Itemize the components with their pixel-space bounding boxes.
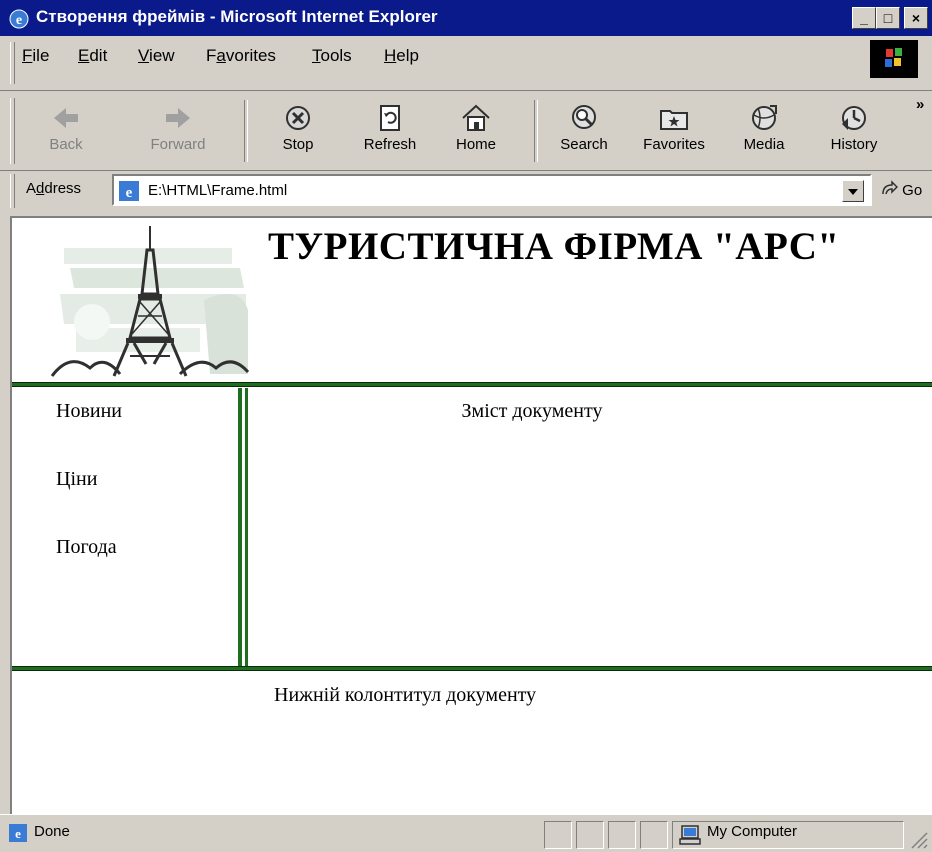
minimize-icon: _	[860, 10, 868, 26]
window-title: Створення фреймів - Microsoft Internet E…	[36, 7, 438, 26]
frame-border-top[interactable]	[12, 382, 932, 387]
history-button[interactable]: History	[814, 96, 894, 153]
toolbar-separator	[244, 100, 248, 162]
go-arrow-icon	[882, 180, 899, 195]
eiffel-tower-logo	[50, 226, 250, 377]
menu-view[interactable]: View	[138, 46, 175, 66]
toolbar-grip[interactable]	[10, 98, 15, 164]
address-bar: Address e E:\HTML\Frame.html Go	[0, 170, 932, 216]
media-button[interactable]: Media	[724, 96, 804, 153]
close-button[interactable]: ×	[904, 7, 928, 29]
toolbar-more-chevron-icon[interactable]: »	[916, 96, 924, 113]
footer-frame: Нижній колонтитул документу	[12, 672, 932, 812]
go-button[interactable]: Go	[880, 180, 922, 199]
home-button[interactable]: Home	[436, 96, 516, 153]
favorites-button[interactable]: Favorites	[634, 96, 714, 153]
menu-tools[interactable]: Tools	[312, 46, 352, 66]
computer-icon	[679, 825, 701, 845]
maximize-icon: □	[883, 10, 893, 26]
nav-link-weather[interactable]: Погода	[56, 536, 117, 559]
footer-text: Нижній колонтитул документу	[274, 684, 537, 706]
main-frame: Зміст документу	[248, 388, 932, 666]
menu-bar: File Edit View Favorites Tools Help	[0, 36, 932, 91]
page-icon: e	[119, 181, 139, 201]
status-pane	[544, 821, 572, 849]
menu-file[interactable]: File	[22, 46, 49, 66]
status-bar: e Done My Computer	[0, 814, 932, 852]
minimize-button[interactable]: _	[852, 7, 876, 29]
ie-logo-icon: e	[9, 9, 29, 29]
status-text: Done	[34, 823, 70, 840]
menu-help[interactable]: Help	[384, 46, 419, 66]
refresh-button[interactable]: Refresh	[350, 96, 430, 153]
windows-logo-icon	[870, 40, 918, 78]
header-frame: ТУРИСТИЧНА ФІРМА "АРС"	[12, 218, 932, 382]
refresh-icon	[380, 105, 400, 131]
svg-text:e: e	[126, 185, 133, 201]
menu-grip[interactable]	[10, 42, 15, 84]
status-pane	[640, 821, 668, 849]
address-input[interactable]: e E:\HTML\Frame.html	[112, 174, 872, 206]
window-title-bar[interactable]: e Створення фреймів - Microsoft Internet…	[0, 0, 932, 36]
home-icon	[462, 104, 490, 131]
maximize-button[interactable]: □	[876, 7, 900, 29]
menu-favorites[interactable]: Favorites	[206, 46, 276, 66]
toolbar-separator	[534, 100, 538, 162]
navigation-frame: Новини Ціни Погода	[12, 388, 238, 666]
back-arrow-icon	[54, 108, 78, 128]
media-globe-icon	[752, 105, 777, 130]
address-grip[interactable]	[10, 174, 15, 208]
back-button[interactable]: Back	[26, 96, 106, 153]
address-dropdown-button[interactable]	[842, 180, 864, 202]
resize-grip-icon[interactable]	[908, 829, 928, 849]
address-label: Address	[26, 180, 82, 197]
forward-button[interactable]: Forward	[138, 96, 218, 153]
stop-button[interactable]: Stop	[258, 96, 338, 153]
menu-edit[interactable]: Edit	[78, 46, 107, 66]
zone-text: My Computer	[707, 823, 798, 840]
status-pane	[608, 821, 636, 849]
zone-pane: My Computer	[672, 821, 904, 849]
frame-border-bottom[interactable]	[12, 666, 932, 671]
browser-content: ТУРИСТИЧНА ФІРМА "АРС" Новини Ціни Погод…	[10, 216, 932, 814]
stop-icon	[286, 106, 310, 130]
forward-arrow-icon	[166, 108, 190, 128]
svg-text:e: e	[16, 13, 22, 28]
address-value: E:\HTML\Frame.html	[148, 182, 288, 199]
nav-link-prices[interactable]: Ціни	[56, 468, 97, 491]
page-title: ТУРИСТИЧНА ФІРМА "АРС"	[268, 225, 840, 268]
nav-link-news[interactable]: Новини	[56, 400, 122, 423]
chevron-down-icon	[848, 189, 858, 195]
svg-text:e: e	[15, 826, 21, 841]
history-clock-icon	[842, 106, 866, 130]
frame-border-vertical[interactable]	[238, 388, 248, 666]
main-content-text: Зміст документу	[461, 400, 603, 422]
done-page-icon: e	[9, 824, 27, 842]
status-pane	[576, 821, 604, 849]
search-button[interactable]: Search	[544, 96, 624, 153]
close-icon: ×	[911, 10, 921, 26]
favorites-folder-icon	[660, 110, 688, 130]
standard-toolbar: Back Forward Stop Refresh Home Search Fa…	[0, 90, 932, 171]
search-icon	[572, 105, 596, 129]
